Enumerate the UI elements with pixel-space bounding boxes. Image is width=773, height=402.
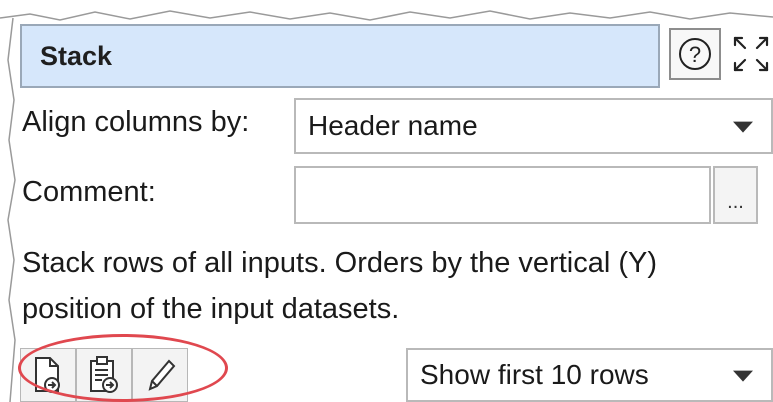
pencil-icon	[148, 359, 176, 391]
toolbar	[20, 348, 188, 402]
export-file-button[interactable]	[20, 348, 76, 402]
help-button[interactable]: ?	[669, 28, 721, 80]
panel-title: Stack	[20, 24, 660, 88]
chevron-down-icon	[733, 370, 753, 382]
edit-button[interactable]	[132, 348, 188, 402]
expand-arrows-icon	[733, 36, 768, 72]
chevron-down-icon	[733, 121, 753, 133]
rows-preview-value: Show first 10 rows	[420, 359, 649, 390]
rows-preview-select[interactable]: Show first 10 rows	[406, 348, 773, 402]
stack-panel: Stack ? Align columns by: Header name Co…	[16, 22, 773, 402]
comment-ellipsis-button[interactable]: ...	[713, 166, 758, 224]
svg-text:?: ?	[689, 42, 701, 67]
comment-label: Comment:	[22, 176, 156, 208]
description-text: Stack rows of all inputs. Orders by the …	[22, 247, 657, 325]
align-columns-label: Align columns by:	[22, 106, 250, 138]
document-arrow-icon	[35, 357, 60, 393]
clipboard-arrow-icon	[90, 356, 118, 393]
align-columns-select[interactable]: Header name	[294, 98, 773, 154]
maximize-button[interactable]	[728, 28, 773, 80]
comment-input[interactable]	[294, 166, 711, 224]
question-circle-icon: ?	[679, 38, 711, 70]
clipboard-export-button[interactable]	[76, 348, 132, 402]
align-columns-value: Header name	[308, 110, 478, 141]
